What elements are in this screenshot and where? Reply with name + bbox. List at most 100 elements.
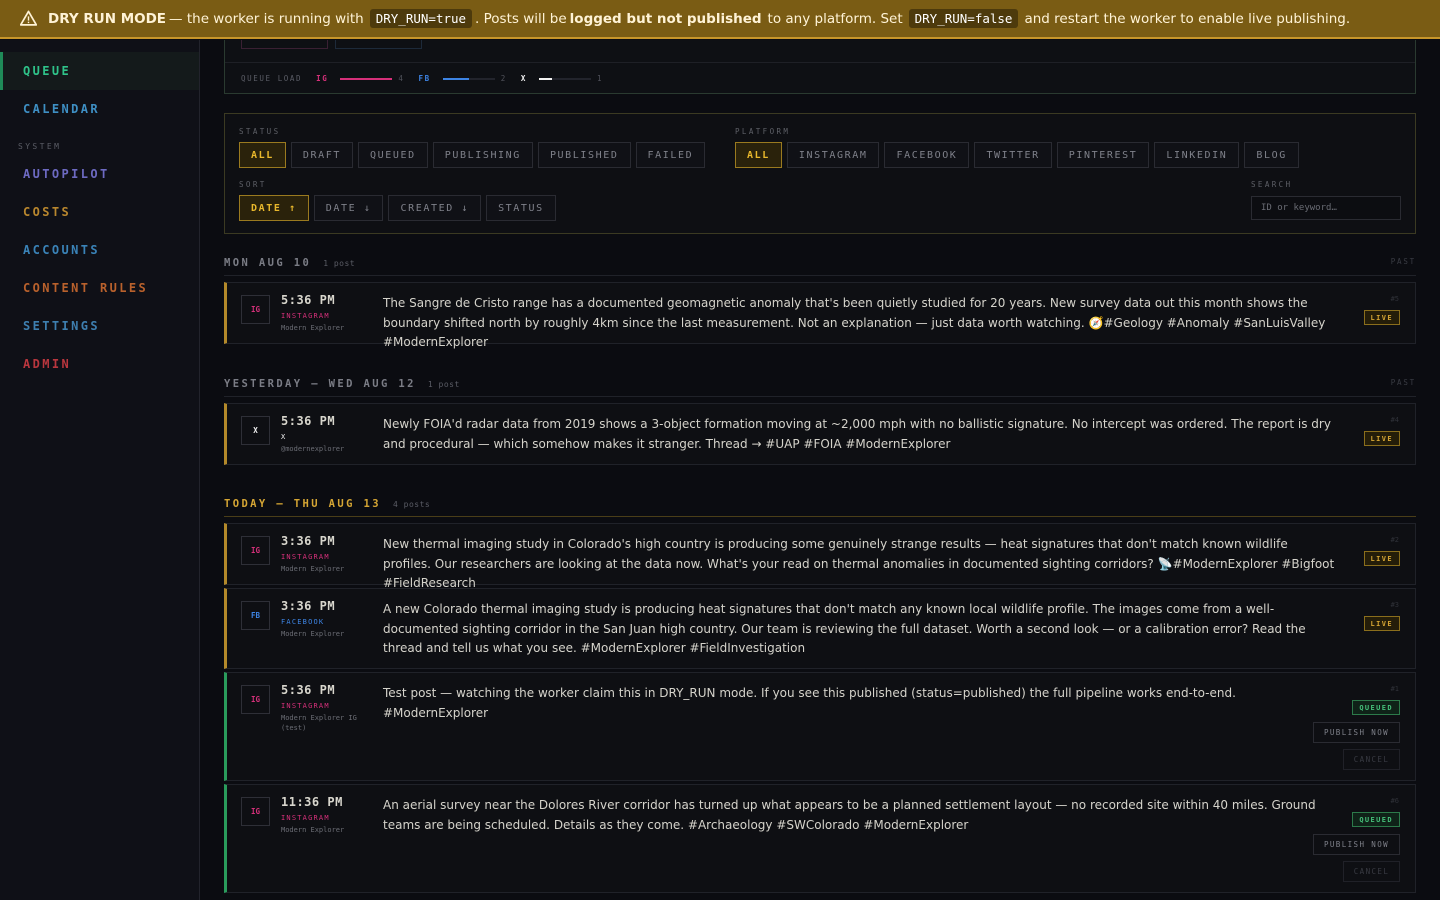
queue-load-platform: IG <box>316 74 329 83</box>
cancel-button[interactable]: CANCEL <box>1343 861 1400 882</box>
status-badge: LIVE <box>1363 310 1400 325</box>
post-card[interactable]: IG 11:36 PM INSTAGRAM Modern Explorer An… <box>224 784 1416 893</box>
post-time: 11:36 PM <box>281 795 343 809</box>
post-platform: INSTAGRAM <box>281 553 330 561</box>
sidebar-item-queue[interactable]: QUEUE <box>0 52 199 90</box>
post-time: 3:36 PM <box>281 534 336 548</box>
day-header: YESTERDAY — WED AUG 12 1 post PAST <box>224 378 1416 390</box>
post-body: An aerial survey near the Dolores River … <box>383 798 1316 832</box>
queue-load-fill <box>340 77 393 80</box>
status-chip-failed[interactable]: FAILED <box>635 142 706 168</box>
platform-chip-pinterest[interactable]: PINTEREST <box>1056 142 1150 168</box>
status-badge: LIVE <box>1363 616 1400 631</box>
status-badge: LIVE <box>1363 431 1400 446</box>
queue-load-count: 4 <box>398 74 405 83</box>
sort-options: DATE ↑ DATE ↓ CREATED ↓ STATUS <box>239 195 556 221</box>
status-chip-publishing[interactable]: PUBLISHING <box>432 142 533 168</box>
search-input[interactable]: ID or keyword… <box>1251 196 1401 220</box>
sidebar-item-label: ADMIN <box>23 357 72 371</box>
queue-load-fill <box>539 77 552 80</box>
stat-stub <box>335 40 422 49</box>
sidebar-item-autopilot[interactable]: AUTOPILOT <box>0 155 199 193</box>
status-filter: ALL DRAFT QUEUED PUBLISHING PUBLISHED FA… <box>239 142 706 168</box>
banner-code: DRY_RUN=true <box>369 9 473 28</box>
post-id: #6 <box>1390 797 1399 805</box>
status-chip-all[interactable]: ALL <box>239 142 286 168</box>
post-body: A new Colorado thermal imaging study is … <box>383 602 1306 656</box>
status-filter-label: STATUS <box>239 127 281 136</box>
post-account: Modern Explorer <box>281 630 345 638</box>
sidebar-item-label: QUEUE <box>23 64 72 78</box>
platform-icon: X <box>241 416 270 445</box>
status-chip-queued[interactable]: QUEUED <box>357 142 428 168</box>
queue-load-bar <box>539 77 591 80</box>
queue-load-count: 2 <box>500 74 507 83</box>
platform-chip-twitter[interactable]: TWITTER <box>974 142 1052 168</box>
banner-text: . Posts will be <box>475 10 567 27</box>
queue-load-bar <box>442 77 495 80</box>
sort-chip-date-asc[interactable]: DATE ↑ <box>239 195 309 221</box>
post-body: Newly FOIA'd radar data from 2019 shows … <box>383 417 1331 451</box>
platform-chip-blog[interactable]: BLOG <box>1244 142 1299 168</box>
post-card[interactable]: FB 3:36 PM FACEBOOK Modern Explorer A ne… <box>224 588 1416 669</box>
queue-load-label: QUEUE LOAD <box>241 74 303 83</box>
sort-chip-created-desc[interactable]: CREATED ↓ <box>388 195 482 221</box>
banner-text: and restart the worker to enable live pu… <box>1024 10 1351 27</box>
sidebar-item-settings[interactable]: SETTINGS <box>0 307 199 345</box>
post-platform: INSTAGRAM <box>281 814 330 822</box>
warning-icon <box>20 10 37 26</box>
post-id: #4 <box>1390 416 1399 424</box>
platform-chip-linkedin[interactable]: LINKEDIN <box>1154 142 1240 168</box>
status-chip-published[interactable]: PUBLISHED <box>537 142 631 168</box>
status-badge: QUEUED <box>1352 700 1400 715</box>
platform-chip-all[interactable]: ALL <box>735 142 782 168</box>
status-chip-draft[interactable]: DRAFT <box>290 142 353 168</box>
sidebar-item-admin[interactable]: ADMIN <box>0 345 199 383</box>
post-account: Modern Explorer <box>281 324 345 332</box>
post-card[interactable]: X 5:36 PM X @modernexplorer Newly FOIA'd… <box>224 403 1416 465</box>
banner-bold: logged but not published <box>569 10 762 27</box>
post-card[interactable]: IG 5:36 PM INSTAGRAM Modern Explorer IG … <box>224 672 1416 781</box>
post-card[interactable]: IG 5:36 PM INSTAGRAM Modern Explorer The… <box>224 282 1416 349</box>
queue-load-bar <box>340 77 393 80</box>
queue-load-platform: FB <box>418 74 431 83</box>
platform-icon: IG <box>241 536 270 565</box>
sidebar-item-label: AUTOPILOT <box>23 167 110 181</box>
publish-now-button[interactable]: PUBLISH NOW <box>1313 722 1400 743</box>
banner-text: — the worker is running with <box>169 10 364 27</box>
post-body: Test post — watching the worker claim th… <box>383 686 1236 720</box>
post-time: 3:36 PM <box>281 599 336 613</box>
platform-chip-facebook[interactable]: FACEBOOK <box>884 142 970 168</box>
day-count: 1 post <box>323 259 356 268</box>
sort-chip-status[interactable]: STATUS <box>486 195 556 221</box>
day-label: MON AUG 10 <box>224 257 312 269</box>
post-time: 5:36 PM <box>281 293 336 307</box>
post-id: #3 <box>1390 601 1399 609</box>
status-badge: QUEUED <box>1352 812 1400 827</box>
sidebar-item-label: ACCOUNTS <box>23 243 100 257</box>
sidebar-item-accounts[interactable]: ACCOUNTS <box>0 231 199 269</box>
day-count: 4 posts <box>393 500 431 509</box>
stat-stub <box>241 40 328 49</box>
post-id: #1 <box>1390 685 1399 693</box>
platform-icon: IG <box>241 797 270 826</box>
post-account: Modern Explorer IG (test) <box>281 714 357 732</box>
cancel-button[interactable]: CANCEL <box>1343 749 1400 770</box>
queue-load-fill <box>442 77 469 80</box>
post-platform: INSTAGRAM <box>281 702 330 710</box>
sort-chip-date-desc[interactable]: DATE ↓ <box>313 195 384 221</box>
sidebar-item-label: CALENDAR <box>23 102 100 116</box>
day-header: MON AUG 10 1 post PAST <box>224 257 1416 269</box>
sidebar-item-costs[interactable]: COSTS <box>0 193 199 231</box>
day-label: YESTERDAY — WED AUG 12 <box>224 378 416 390</box>
banner-title: DRY RUN MODE <box>48 10 167 27</box>
day-label: TODAY — THU AUG 13 <box>224 498 381 510</box>
post-card[interactable]: IG 3:36 PM INSTAGRAM Modern Explorer New… <box>224 523 1416 590</box>
post-platform: FACEBOOK <box>281 618 325 626</box>
publish-now-button[interactable]: PUBLISH NOW <box>1313 834 1400 855</box>
platform-chip-instagram[interactable]: INSTAGRAM <box>786 142 880 168</box>
sidebar-item-calendar[interactable]: CALENDAR <box>0 90 199 128</box>
sidebar-item-label: SETTINGS <box>23 319 100 333</box>
banner-text: to any platform. Set <box>767 10 903 27</box>
sidebar-item-content-rules[interactable]: CONTENT RULES <box>0 269 199 307</box>
